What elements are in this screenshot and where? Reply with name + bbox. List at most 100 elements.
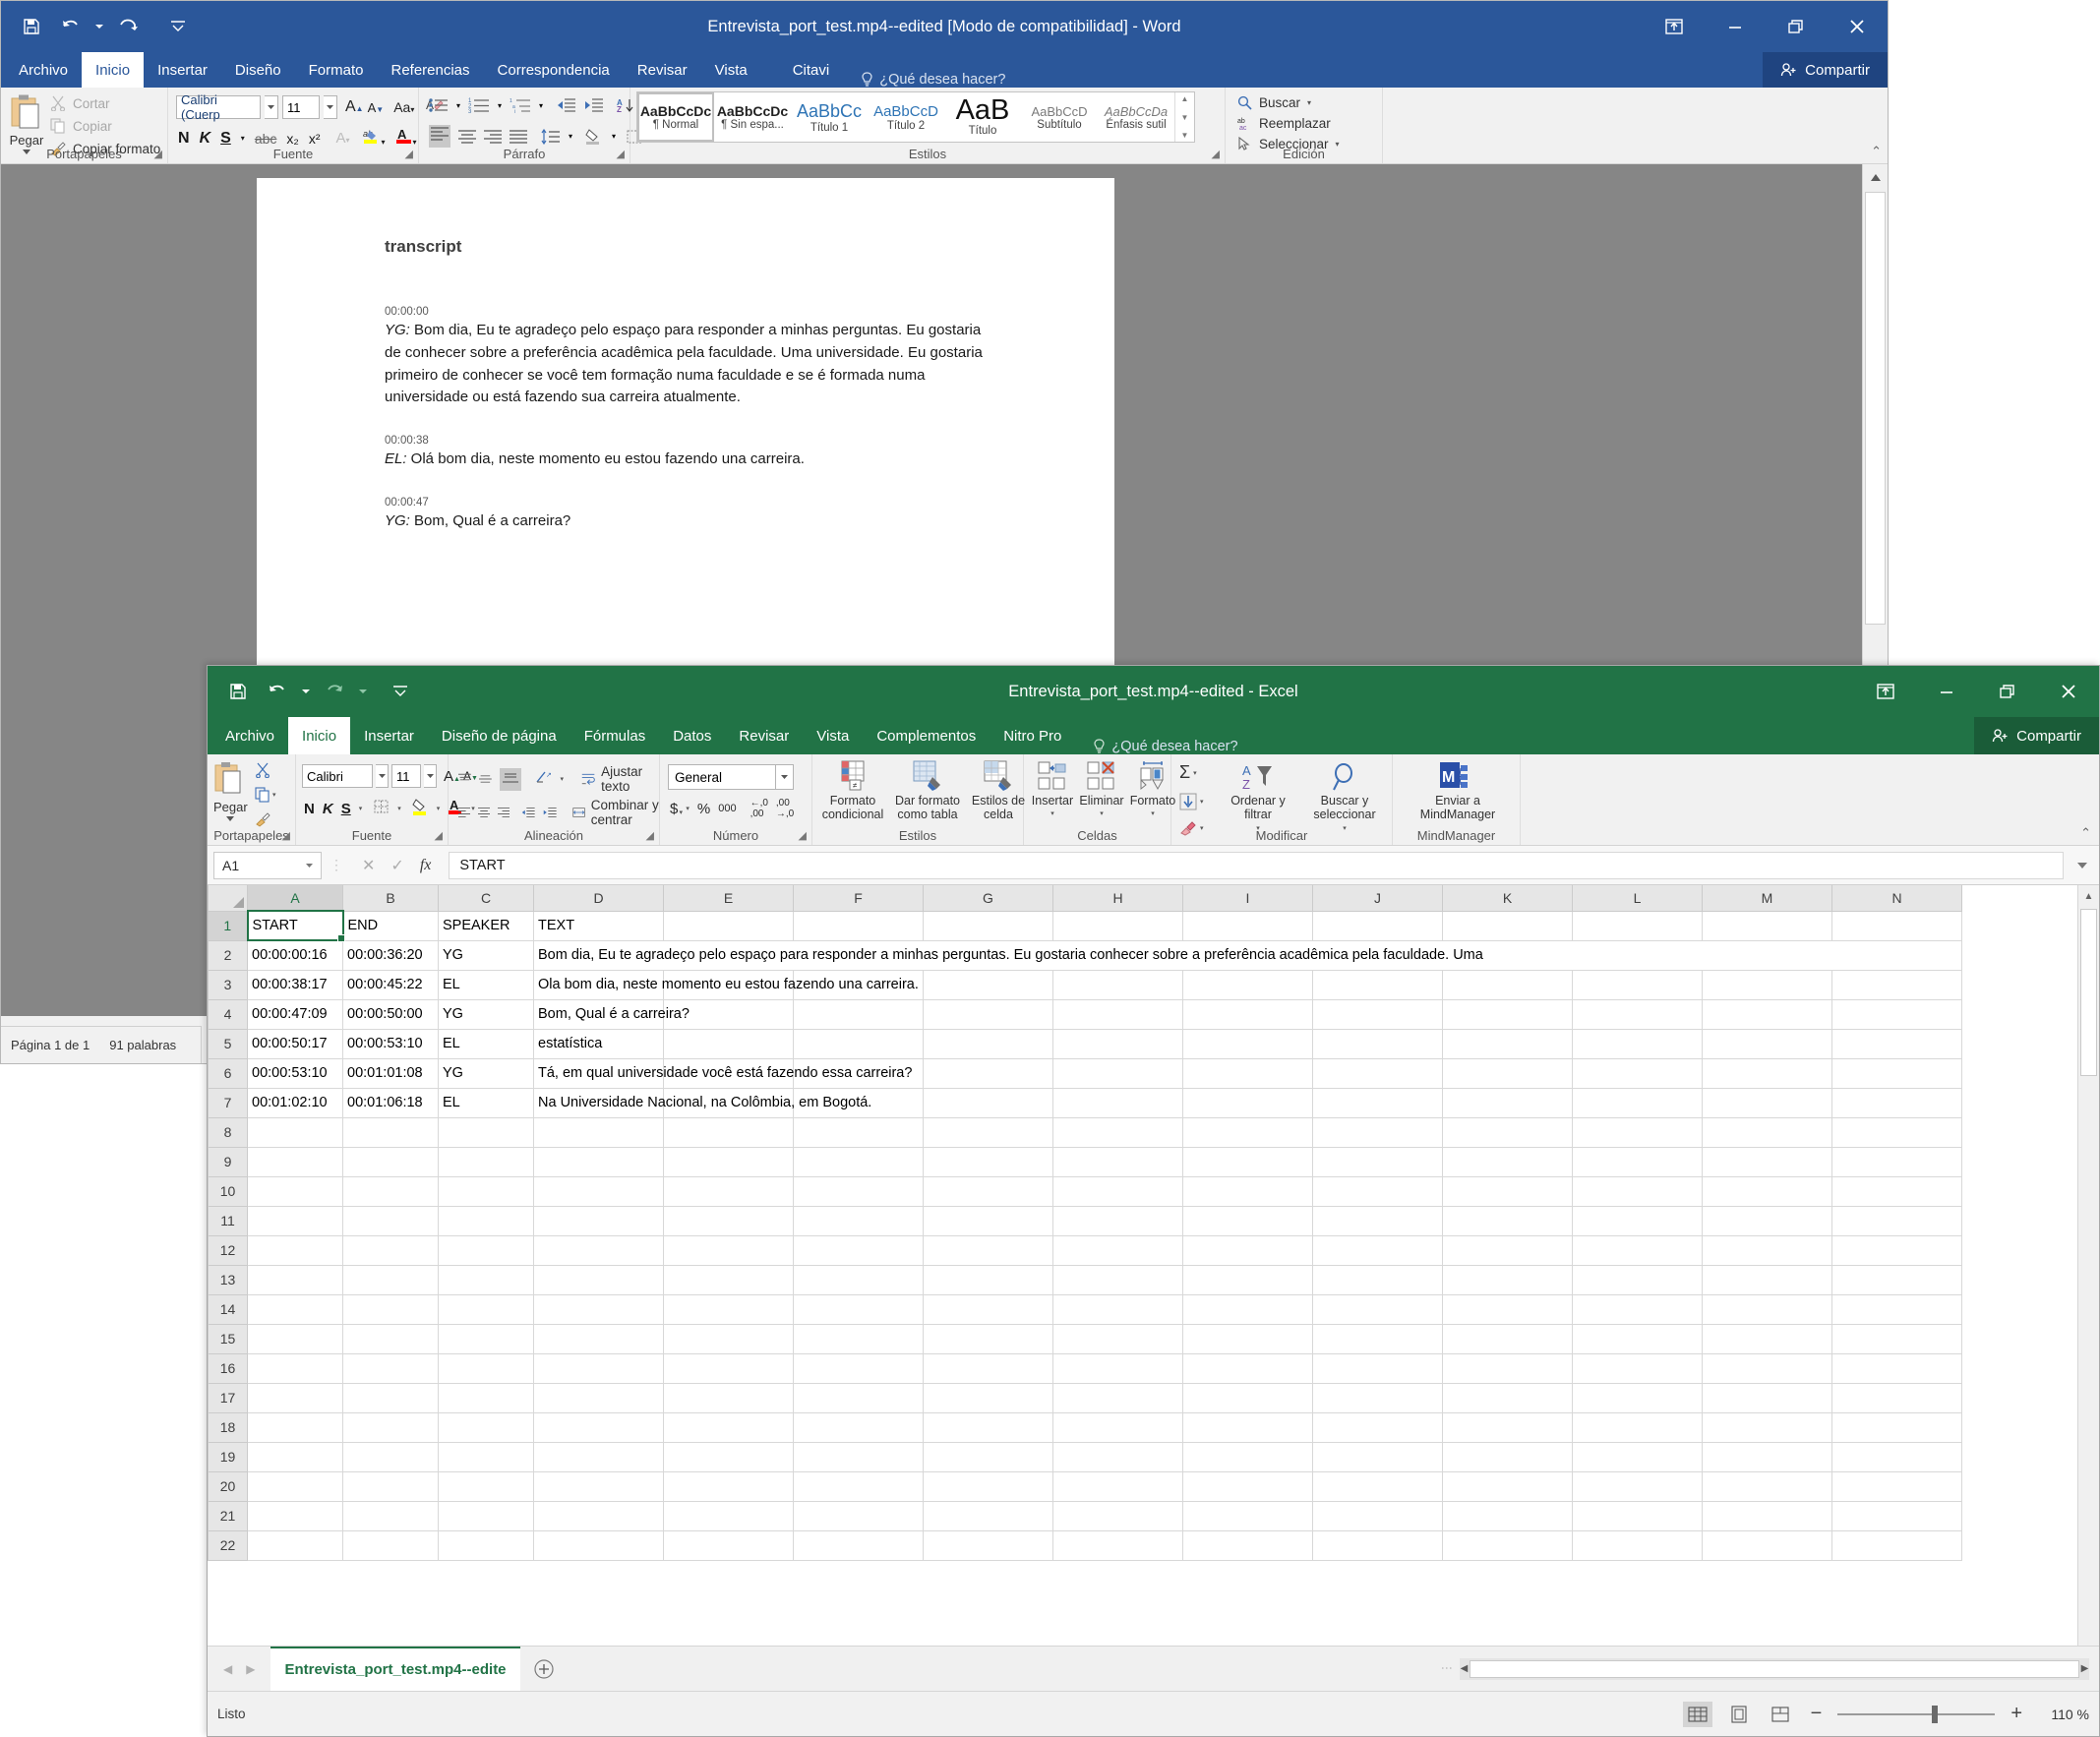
cell-f13[interactable]	[793, 1264, 924, 1295]
tab-insertar[interactable]: Insertar	[350, 717, 428, 754]
row-header[interactable]: 3	[208, 969, 248, 1000]
cell-k19[interactable]	[1442, 1441, 1573, 1472]
cell-l6[interactable]	[1572, 1057, 1703, 1089]
cell-a14[interactable]	[247, 1293, 343, 1325]
currency-dropdown-icon[interactable]: ▾	[686, 805, 690, 812]
cell-j17[interactable]	[1312, 1382, 1443, 1413]
cell-a15[interactable]	[247, 1323, 343, 1354]
underline-dropdown-icon[interactable]: ▾	[359, 805, 363, 812]
currency-format-icon[interactable]: $	[670, 801, 678, 817]
cell-e22[interactable]	[663, 1529, 794, 1561]
scissors-icon[interactable]	[255, 762, 270, 778]
table-row[interactable]: 22	[208, 1529, 1962, 1561]
cell-i17[interactable]	[1182, 1382, 1313, 1413]
cell-n7[interactable]	[1831, 1087, 1962, 1118]
zoom-slider[interactable]	[1837, 1705, 1996, 1723]
cell-d14[interactable]	[533, 1293, 664, 1325]
sheet-table[interactable]: A B C D E F G H I J K L M N 1 START END …	[208, 885, 1962, 1561]
percent-format-icon[interactable]: %	[697, 801, 710, 817]
cell-h14[interactable]	[1052, 1293, 1183, 1325]
column-header-f[interactable]: F	[793, 885, 924, 912]
cell-e14[interactable]	[663, 1293, 794, 1325]
orientation-icon[interactable]: ↗	[535, 769, 553, 790]
cell-b10[interactable]	[342, 1175, 439, 1207]
close-button[interactable]	[2038, 666, 2099, 717]
cell-k7[interactable]	[1442, 1087, 1573, 1118]
fill-dropdown-icon[interactable]: ▾	[1200, 798, 1204, 806]
cell-n1[interactable]	[1831, 910, 1962, 941]
styles-gallery[interactable]: AaBbCcDc ¶ Normal AaBbCcDc ¶ Sin espa...…	[636, 91, 1195, 143]
cell-k5[interactable]	[1442, 1028, 1573, 1059]
increase-indent-icon[interactable]	[543, 806, 557, 819]
cell-a21[interactable]	[247, 1500, 343, 1531]
cell-n14[interactable]	[1831, 1293, 1962, 1325]
styles-scroll-down-icon[interactable]: ▼	[1181, 113, 1189, 122]
font-name-dropdown-icon[interactable]	[265, 95, 278, 119]
chevron-down-icon[interactable]	[306, 863, 313, 868]
sort-filter-button[interactable]: AZ Ordenar y filtrar ▾	[1219, 762, 1297, 832]
cell-c10[interactable]	[438, 1175, 534, 1207]
cell-i1[interactable]	[1182, 910, 1313, 941]
cell-b6[interactable]: 00:01:01:08	[342, 1057, 439, 1089]
cell-e9[interactable]	[663, 1146, 794, 1177]
row-header[interactable]: 19	[208, 1441, 248, 1472]
cell-f5[interactable]	[793, 1028, 924, 1059]
cell-c2[interactable]: YG	[438, 939, 534, 971]
cell-j3[interactable]	[1312, 969, 1443, 1000]
zoom-slider-thumb[interactable]	[1932, 1705, 1939, 1723]
formula-input[interactable]: START	[449, 851, 2064, 879]
cell-m12[interactable]	[1702, 1234, 1832, 1266]
cell-j4[interactable]	[1312, 998, 1443, 1030]
close-button[interactable]	[1827, 1, 1888, 52]
format-cells-button[interactable]: Formato ▾	[1128, 760, 1177, 817]
table-row[interactable]: 3 00:00:38:17 00:00:45:22 EL Ola bom dia…	[208, 969, 1962, 1000]
cell-g11[interactable]	[923, 1205, 1053, 1236]
row-header[interactable]: 17	[208, 1382, 248, 1413]
cell-f14[interactable]	[793, 1293, 924, 1325]
cell-b12[interactable]	[342, 1234, 439, 1266]
strikethrough-button[interactable]: abc	[255, 131, 277, 147]
hscroll-left-icon[interactable]: ◀	[1460, 1658, 1469, 1680]
word-scroll-thumb[interactable]	[1865, 192, 1886, 625]
cell-l9[interactable]	[1572, 1146, 1703, 1177]
cell-k15[interactable]	[1442, 1323, 1573, 1354]
cell-i11[interactable]	[1182, 1205, 1313, 1236]
cell-n3[interactable]	[1831, 969, 1962, 1000]
cell-d16[interactable]	[533, 1352, 664, 1384]
cell-d6[interactable]: Tá, em qual universidade você está fazen…	[533, 1057, 912, 1089]
cell-j20[interactable]	[1312, 1470, 1443, 1502]
cell-g18[interactable]	[923, 1411, 1053, 1443]
find-select-button[interactable]: Buscar y seleccionar ▾	[1301, 762, 1388, 832]
table-row[interactable]: 9	[208, 1146, 1962, 1177]
cell-n22[interactable]	[1831, 1529, 1962, 1561]
superscript-button[interactable]: x²	[309, 131, 321, 147]
cell-c8[interactable]	[438, 1116, 534, 1148]
align-center-icon[interactable]	[458, 129, 476, 144]
cell-c13[interactable]	[438, 1264, 534, 1295]
cell-h7[interactable]	[1052, 1087, 1183, 1118]
column-header-a[interactable]: A	[247, 885, 343, 912]
expand-formula-bar-icon[interactable]	[2077, 862, 2087, 868]
decrease-indent-icon[interactable]	[557, 97, 576, 113]
cell-e10[interactable]	[663, 1175, 794, 1207]
row-header[interactable]: 9	[208, 1146, 248, 1177]
sheet-tab-active[interactable]: Entrevista_port_test.mp4--edite	[270, 1646, 520, 1692]
replace-button[interactable]: ab ac Reemplazar	[1237, 116, 1340, 131]
column-header-b[interactable]: B	[342, 885, 439, 912]
delete-cells-button[interactable]: Eliminar ▾	[1077, 760, 1126, 817]
cell-c11[interactable]	[438, 1205, 534, 1236]
cell-a17[interactable]	[247, 1382, 343, 1413]
cell-j12[interactable]	[1312, 1234, 1443, 1266]
cell-i18[interactable]	[1182, 1411, 1313, 1443]
word-window-controls[interactable]	[1644, 1, 1888, 52]
cell-k4[interactable]	[1442, 998, 1573, 1030]
cell-m10[interactable]	[1702, 1175, 1832, 1207]
cell-j21[interactable]	[1312, 1500, 1443, 1531]
bullets-dropdown-icon[interactable]: ▾	[456, 101, 460, 110]
decrease-decimal-icon[interactable]: ,00 →,0	[776, 798, 794, 819]
cell-l20[interactable]	[1572, 1470, 1703, 1502]
sheet-nav-prev-icon[interactable]: ◀	[223, 1662, 232, 1676]
cell-k8[interactable]	[1442, 1116, 1573, 1148]
cell-j10[interactable]	[1312, 1175, 1443, 1207]
cell-l1[interactable]	[1572, 910, 1703, 941]
